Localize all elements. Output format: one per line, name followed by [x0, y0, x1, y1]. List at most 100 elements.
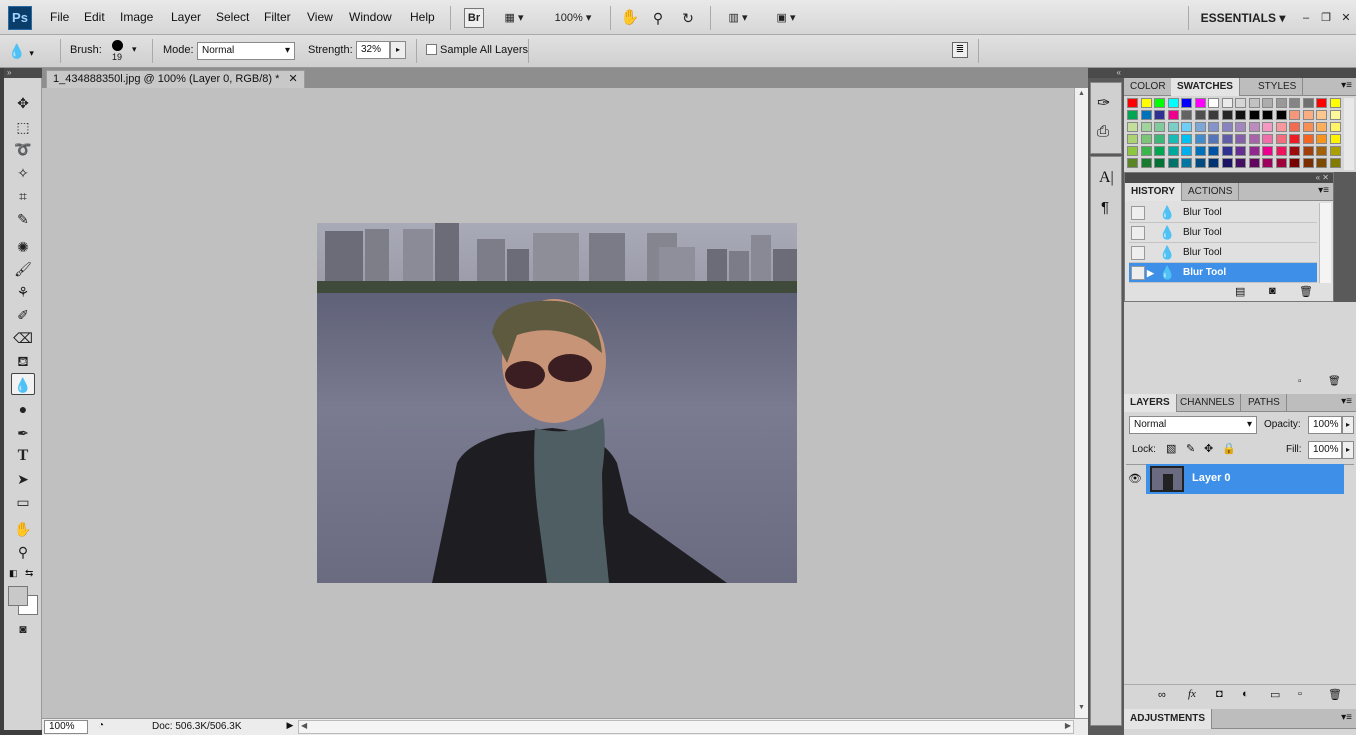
swatch[interactable] — [1329, 98, 1341, 108]
menu-select[interactable]: Select — [216, 10, 249, 24]
swatch[interactable] — [1329, 146, 1341, 156]
swatch[interactable] — [1329, 122, 1341, 132]
hand-tool-icon[interactable]: ✋ — [11, 518, 35, 540]
history-source-checkbox[interactable] — [1131, 226, 1145, 240]
new-group-icon[interactable]: ▭ — [1270, 688, 1280, 701]
marquee-tool-icon[interactable]: ⬚ — [11, 116, 35, 138]
workspace-switcher[interactable]: ESSENTIALS ▾ — [1198, 8, 1288, 28]
swatch[interactable] — [1235, 134, 1246, 144]
dock-collapse-button[interactable]: « — [1088, 68, 1124, 78]
swatch[interactable] — [1316, 146, 1327, 156]
eraser-tool-icon[interactable]: ⌫ — [11, 327, 35, 349]
swatch[interactable] — [1127, 146, 1138, 156]
swatch[interactable] — [1167, 122, 1179, 132]
swatch[interactable] — [1289, 146, 1300, 156]
menu-filter[interactable]: Filter — [264, 10, 291, 24]
link-layers-icon[interactable]: ∞ — [1158, 689, 1166, 701]
history-panel-titlebar[interactable]: « ✕ — [1125, 173, 1333, 183]
menu-image[interactable]: Image — [120, 10, 153, 24]
swatch[interactable] — [1302, 98, 1314, 108]
swatch[interactable] — [1248, 146, 1260, 156]
menu-window[interactable]: Window — [349, 10, 392, 24]
paragraph-panel-icon[interactable]: ¶ — [1101, 199, 1109, 216]
swatch[interactable] — [1302, 110, 1314, 120]
swatch[interactable] — [1302, 122, 1314, 132]
document-tab[interactable]: 1_434888350l.jpg @ 100% (Layer 0, RGB/8)… — [46, 70, 305, 88]
menu-layer[interactable]: Layer — [171, 10, 201, 24]
lock-transparent-pixels-icon[interactable]: ▧ — [1166, 442, 1176, 455]
swatch[interactable] — [1302, 134, 1314, 144]
rectangle-tool-icon[interactable]: ▭ — [11, 491, 35, 513]
swatch[interactable] — [1167, 134, 1179, 144]
tab-actions[interactable]: ACTIONS — [1182, 183, 1240, 201]
panel-menu-icon[interactable]: ▾≡ — [1341, 712, 1352, 723]
delete-layer-icon[interactable]: 🗑 — [1328, 688, 1342, 701]
document-image[interactable] — [317, 223, 797, 583]
swatch[interactable] — [1262, 158, 1273, 168]
fill-input[interactable]: 100% — [1308, 441, 1342, 459]
mode-dropdown[interactable]: Normal ▾ — [197, 42, 295, 60]
history-brush-tool-icon[interactable]: ✐ — [11, 304, 35, 326]
swatch[interactable] — [1194, 146, 1206, 156]
swatch[interactable] — [1140, 122, 1152, 132]
swatch[interactable] — [1140, 110, 1152, 120]
history-source-checkbox[interactable] — [1131, 266, 1145, 280]
view-extras-button[interactable]: ▦ ▾ — [498, 8, 530, 28]
layer-name[interactable]: Layer 0 — [1192, 472, 1231, 484]
screen-mode-button[interactable]: ▣ ▾ — [768, 8, 804, 28]
type-tool-icon[interactable]: T — [11, 445, 35, 467]
swatch[interactable] — [1262, 134, 1273, 144]
swatch[interactable] — [1194, 110, 1206, 120]
menu-help[interactable]: Help — [410, 10, 435, 24]
crop-tool-icon[interactable]: ⌗ — [11, 185, 35, 207]
swatch[interactable] — [1194, 134, 1206, 144]
brush-tool-icon[interactable]: 🖌 — [11, 258, 35, 280]
layer-style-icon[interactable]: fx — [1188, 688, 1196, 700]
swatch[interactable] — [1302, 158, 1314, 168]
scroll-left-arrow-icon[interactable]: ◀ — [301, 721, 307, 730]
tab-adjustments[interactable]: ADJUSTMENTS — [1124, 709, 1213, 729]
scroll-right-arrow-icon[interactable]: ▶ — [1065, 721, 1071, 730]
swatch[interactable] — [1181, 122, 1192, 132]
swatch[interactable] — [1181, 134, 1192, 144]
swatch[interactable] — [1289, 158, 1300, 168]
swatch[interactable] — [1140, 146, 1152, 156]
history-source-checkbox[interactable] — [1131, 206, 1145, 220]
panel-menu-icon[interactable]: ▾≡ — [1341, 80, 1352, 91]
status-menu-arrow-icon[interactable]: ▶ — [284, 720, 296, 734]
scroll-down-arrow-icon[interactable]: ▼ — [1078, 704, 1085, 711]
layer-row[interactable]: Layer 0 — [1146, 464, 1344, 494]
swatch[interactable] — [1221, 110, 1233, 120]
swatch[interactable] — [1248, 122, 1260, 132]
sample-all-layers-checkbox[interactable] — [426, 44, 437, 55]
swatch[interactable] — [1221, 98, 1233, 108]
swatch[interactable] — [1289, 98, 1300, 108]
foreground-color-swatch[interactable] — [8, 586, 28, 606]
panel-menu-icon[interactable]: ▾≡ — [1341, 396, 1352, 407]
history-item[interactable]: 💧 Blur Tool — [1129, 223, 1317, 243]
menu-file[interactable]: File — [50, 10, 69, 24]
tools-collapse-button[interactable]: » — [4, 68, 42, 78]
swatch[interactable] — [1154, 134, 1165, 144]
quick-mask-icon[interactable]: ◙ — [11, 618, 35, 640]
new-layer-icon[interactable]: ▫ — [1298, 688, 1302, 700]
menu-view[interactable]: View — [307, 10, 333, 24]
swatch[interactable] — [1329, 158, 1341, 168]
swatch[interactable] — [1275, 134, 1287, 144]
blend-mode-dropdown[interactable]: Normal ▾ — [1129, 416, 1257, 434]
swatch[interactable] — [1316, 134, 1327, 144]
close-tab-icon[interactable]: ✕ — [288, 73, 297, 85]
opacity-input[interactable]: 100% — [1308, 416, 1342, 434]
close-button[interactable]: ✕ — [1338, 8, 1354, 28]
lasso-tool-icon[interactable]: ➰ — [11, 138, 35, 160]
history-item[interactable]: 💧 Blur Tool — [1129, 203, 1317, 223]
minimize-button[interactable]: – — [1298, 8, 1314, 28]
swap-colors-icon[interactable]: ⇆ — [25, 568, 37, 579]
swatch[interactable] — [1154, 110, 1165, 120]
add-mask-icon[interactable]: ◘ — [1216, 688, 1223, 700]
swatch[interactable] — [1248, 98, 1260, 108]
tab-swatches[interactable]: SWATCHES — [1171, 78, 1240, 96]
swatch[interactable] — [1154, 158, 1165, 168]
swatch[interactable] — [1208, 134, 1219, 144]
zoom-tool-icon[interactable]: ⚲ — [11, 541, 35, 563]
